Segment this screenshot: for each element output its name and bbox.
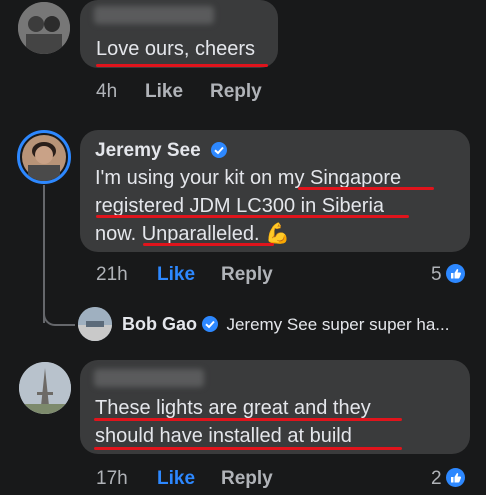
avatar[interactable] <box>19 362 71 414</box>
annotation-underline <box>94 447 402 450</box>
comment-text: Love ours, cheers <box>96 38 255 60</box>
reply-button[interactable]: Reply <box>221 468 273 490</box>
avatar[interactable] <box>18 2 70 54</box>
reaction-count[interactable]: 2 <box>431 468 465 490</box>
comment-text: These lights are great and they should h… <box>95 394 371 450</box>
annotation-underline <box>94 418 402 421</box>
annotation-underline <box>143 243 274 246</box>
annotation-underline <box>96 215 409 218</box>
author-name[interactable] <box>94 369 204 387</box>
flexed-biceps-emoji: 💪 <box>265 223 291 245</box>
comment-line-3-text: now. Unparalleled. <box>95 223 266 245</box>
like-thumb-icon <box>445 468 465 487</box>
reaction-count-text: 2 <box>431 468 442 489</box>
verified-badge-icon <box>210 142 227 158</box>
avatar-photo <box>78 307 112 341</box>
author-name-text[interactable]: Jeremy See <box>95 140 201 161</box>
thread-line-curve <box>43 310 75 326</box>
comment-bubble: Jeremy See I'm using your kit on my Sing… <box>80 130 470 252</box>
reaction-count-text: 5 <box>431 264 442 285</box>
reply-snippet: Jeremy See super super ha... <box>226 315 450 334</box>
reply-button[interactable]: Reply <box>221 264 273 286</box>
comment-time: 21h <box>96 264 128 285</box>
like-button[interactable]: Like <box>145 81 183 103</box>
like-thumb-icon <box>445 264 465 283</box>
like-button[interactable]: Like <box>157 468 195 490</box>
reply-preview[interactable]: Bob Gao Jeremy See super super ha... <box>122 314 449 335</box>
avatar-photo <box>22 135 66 181</box>
comment-time: 4h <box>96 81 118 102</box>
comment-line-2: should have installed at build <box>95 425 352 447</box>
annotation-underline <box>298 187 434 190</box>
comment-text: I'm using your kit on my Singapore regis… <box>95 164 401 248</box>
verified-badge-icon <box>202 316 218 332</box>
author-name[interactable] <box>94 6 214 24</box>
comment-time: 17h <box>96 468 128 489</box>
avatar-photo <box>19 362 71 414</box>
avatar[interactable] <box>78 307 112 341</box>
reaction-count[interactable]: 5 <box>431 264 465 286</box>
like-button[interactable]: Like <box>157 264 195 286</box>
avatar-photo <box>18 2 70 54</box>
author-name[interactable]: Jeremy See <box>95 140 227 162</box>
thread-line <box>43 185 45 323</box>
reply-button[interactable]: Reply <box>210 81 262 103</box>
comment-bubble: Love ours, cheers <box>80 0 278 68</box>
annotation-underline <box>96 64 268 67</box>
avatar[interactable] <box>17 130 71 184</box>
reply-author[interactable]: Bob Gao <box>122 314 197 334</box>
comment-bubble: These lights are great and they should h… <box>80 360 470 454</box>
